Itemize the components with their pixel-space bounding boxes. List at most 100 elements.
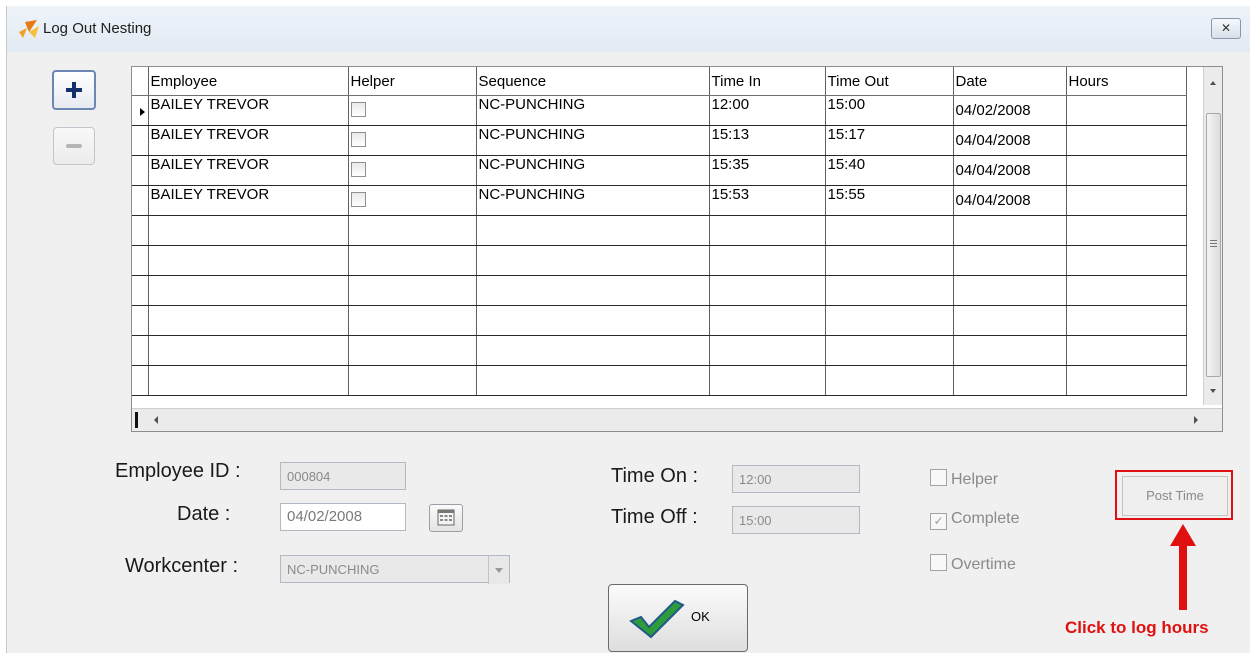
empty-cell[interactable] (1066, 365, 1187, 396)
table-row[interactable]: BAILEY TREVOR NC-PUNCHING 15:13 15:17 04… (132, 125, 1187, 156)
empty-row[interactable] (132, 275, 1187, 306)
hours-cell[interactable] (1066, 95, 1187, 126)
empty-cell[interactable] (476, 245, 710, 276)
employee-cell[interactable]: BAILEY TREVOR (148, 95, 349, 126)
horizontal-scrollbar[interactable] (132, 408, 1222, 431)
column-header-time-in[interactable]: Time In (709, 67, 826, 96)
empty-cell[interactable] (709, 275, 826, 306)
helper-checkbox[interactable] (350, 102, 366, 117)
empty-cell[interactable] (476, 335, 710, 366)
empty-cell[interactable] (348, 245, 477, 276)
overtime-option[interactable]: Overtime (930, 554, 1016, 574)
empty-cell[interactable] (825, 305, 954, 336)
helper-checkbox[interactable] (350, 132, 366, 147)
date-cell[interactable]: 04/04/2008 (953, 185, 1067, 216)
empty-cell[interactable] (476, 275, 710, 306)
hours-cell[interactable] (1066, 185, 1187, 216)
empty-cell[interactable] (709, 335, 826, 366)
empty-cell[interactable] (825, 275, 954, 306)
empty-row[interactable] (132, 365, 1187, 396)
date-cell[interactable]: 04/04/2008 (953, 155, 1067, 186)
empty-cell[interactable] (348, 305, 477, 336)
helper-option-checkbox[interactable] (930, 469, 947, 486)
empty-cell[interactable] (348, 275, 477, 306)
empty-cell[interactable] (709, 215, 826, 246)
time-in-cell[interactable]: 15:13 (709, 125, 826, 156)
empty-cell[interactable] (148, 275, 349, 306)
time-in-cell[interactable]: 12:00 (709, 95, 826, 126)
empty-cell[interactable] (476, 215, 710, 246)
row-selector[interactable] (132, 305, 149, 336)
workcenter-select[interactable]: NC-PUNCHING (280, 555, 510, 584)
time-log-grid[interactable]: Employee Helper Sequence Time In Time Ou… (131, 66, 1223, 432)
empty-cell[interactable] (709, 305, 826, 336)
empty-row[interactable] (132, 305, 1187, 336)
empty-cell[interactable] (348, 335, 477, 366)
hours-cell[interactable] (1066, 155, 1187, 186)
table-row[interactable]: BAILEY TREVOR NC-PUNCHING 15:53 15:55 04… (132, 185, 1187, 216)
time-on-field[interactable]: 12:00 (732, 465, 860, 493)
row-selector[interactable] (132, 125, 149, 156)
column-header-date[interactable]: Date (953, 67, 1067, 96)
empty-row[interactable] (132, 335, 1187, 366)
complete-option[interactable]: ✓ Complete (930, 510, 1019, 530)
column-header-time-out[interactable]: Time Out (825, 67, 954, 96)
empty-cell[interactable] (148, 245, 349, 276)
column-header-helper[interactable]: Helper (348, 67, 477, 96)
sequence-cell[interactable]: NC-PUNCHING (476, 95, 710, 126)
date-cell[interactable]: 04/04/2008 (953, 125, 1067, 156)
overtime-option-checkbox[interactable] (930, 554, 947, 571)
helper-checkbox[interactable] (350, 192, 366, 207)
row-selector[interactable] (132, 215, 149, 246)
empty-cell[interactable] (148, 365, 349, 396)
time-off-field[interactable]: 15:00 (732, 506, 860, 534)
ok-button[interactable]: OK (608, 584, 748, 652)
empty-cell[interactable] (953, 275, 1067, 306)
helper-cell[interactable] (348, 155, 477, 186)
empty-cell[interactable] (348, 215, 477, 246)
empty-cell[interactable] (953, 305, 1067, 336)
hours-cell[interactable] (1066, 125, 1187, 156)
row-selector[interactable] (132, 335, 149, 366)
empty-cell[interactable] (476, 365, 710, 396)
empty-cell[interactable] (148, 215, 349, 246)
employee-cell[interactable]: BAILEY TREVOR (148, 185, 349, 216)
empty-cell[interactable] (1066, 335, 1187, 366)
vertical-scrollbar[interactable] (1203, 67, 1222, 405)
empty-cell[interactable] (825, 365, 954, 396)
empty-cell[interactable] (348, 365, 477, 396)
sequence-cell[interactable]: NC-PUNCHING (476, 185, 710, 216)
employee-cell[interactable]: BAILEY TREVOR (148, 155, 349, 186)
date-field[interactable]: 04/02/2008 (280, 503, 406, 531)
complete-option-checkbox[interactable]: ✓ (930, 513, 947, 530)
empty-cell[interactable] (825, 215, 954, 246)
dropdown-button[interactable] (488, 556, 509, 584)
column-header-hours[interactable]: Hours (1066, 67, 1187, 96)
helper-cell[interactable] (348, 185, 477, 216)
close-button[interactable]: ✕ (1211, 18, 1241, 39)
row-selector[interactable] (132, 245, 149, 276)
time-out-cell[interactable]: 15:40 (825, 155, 954, 186)
helper-cell[interactable] (348, 125, 477, 156)
vertical-scroll-thumb[interactable] (1206, 113, 1221, 377)
row-selector[interactable] (132, 155, 149, 186)
empty-cell[interactable] (709, 245, 826, 276)
helper-cell[interactable] (348, 95, 477, 126)
empty-cell[interactable] (1066, 215, 1187, 246)
sequence-cell[interactable]: NC-PUNCHING (476, 155, 710, 186)
empty-cell[interactable] (1066, 275, 1187, 306)
employee-cell[interactable]: BAILEY TREVOR (148, 125, 349, 156)
table-row[interactable]: BAILEY TREVOR NC-PUNCHING 15:35 15:40 04… (132, 155, 1187, 186)
row-selector[interactable] (132, 185, 149, 216)
empty-cell[interactable] (148, 335, 349, 366)
date-cell[interactable]: 04/02/2008 (953, 95, 1067, 126)
empty-cell[interactable] (953, 215, 1067, 246)
empty-row[interactable] (132, 245, 1187, 276)
empty-cell[interactable] (476, 305, 710, 336)
empty-cell[interactable] (953, 245, 1067, 276)
empty-row[interactable] (132, 215, 1187, 246)
column-header-sequence[interactable]: Sequence (476, 67, 710, 96)
add-row-button[interactable] (52, 70, 96, 110)
empty-cell[interactable] (148, 305, 349, 336)
table-row[interactable]: BAILEY TREVOR NC-PUNCHING 12:00 15:00 04… (132, 95, 1187, 126)
